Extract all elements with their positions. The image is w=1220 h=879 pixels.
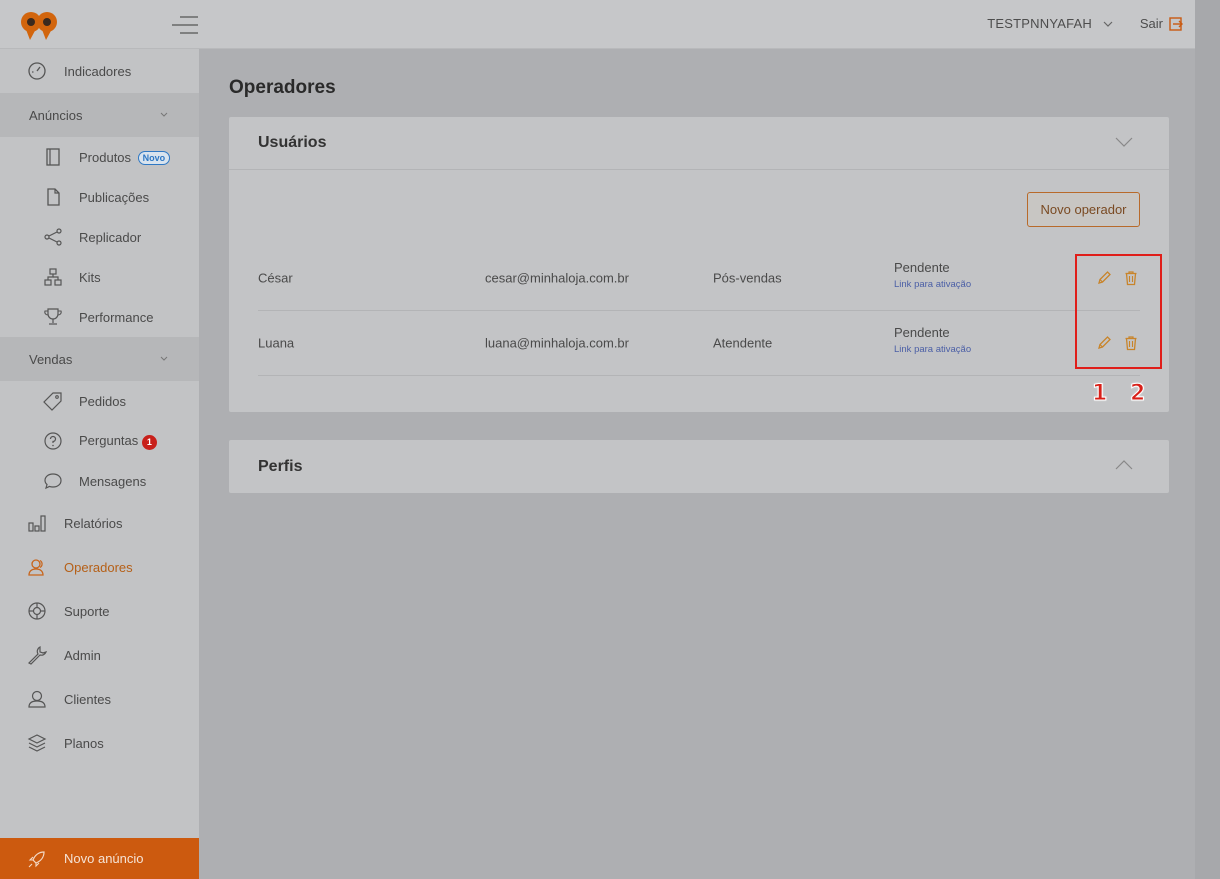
question-icon [44, 432, 62, 450]
profiles-card-title: Perfis [258, 457, 303, 475]
sidebar-item-perguntas[interactable]: Perguntas 1 [0, 421, 199, 461]
notification-badge: 1 [141, 434, 157, 450]
status-text: Pendente [894, 325, 950, 340]
operator-name: César [258, 270, 293, 286]
activation-link[interactable]: Link para ativação [894, 279, 971, 290]
sidebar-item-suporte[interactable]: Suporte [0, 589, 199, 633]
sidebar-label-operadores: Operadores [64, 559, 133, 575]
sidebar-label-kits: Kits [79, 269, 101, 285]
trophy-icon [44, 308, 62, 325]
user-name: TESTPNNYAFAH [987, 16, 1092, 31]
activation-link[interactable]: Link para ativação [894, 344, 971, 355]
top-bar: TESTPNNYAFAH Sair [0, 0, 1195, 49]
sidebar-label-planos: Planos [64, 735, 104, 751]
highlight-box [1075, 254, 1162, 369]
chevron-down-icon [1103, 21, 1113, 27]
page-title: Operadores [229, 77, 336, 98]
logout-icon [1169, 16, 1183, 31]
profiles-card: Perfis [229, 440, 1169, 493]
sidebar-item-produtos[interactable]: Produtos Novo [0, 137, 199, 177]
sidebar-item-relatorios[interactable]: Relatórios [0, 501, 199, 545]
sidebar-label-admin: Admin [64, 647, 101, 663]
users-icon [28, 559, 44, 576]
lifebuoy-icon [28, 602, 46, 620]
operator-name: Luana [258, 335, 295, 351]
layers-icon [27, 734, 47, 752]
notebook-icon [46, 148, 60, 166]
chevron-down-icon[interactable] [1115, 136, 1133, 148]
new-ad-button[interactable]: Novo anúncio [0, 838, 199, 879]
wrench-icon [27, 646, 47, 665]
sidebar-item-clientes[interactable]: Clientes [0, 677, 199, 721]
rocket-icon [28, 851, 45, 868]
new-operator-button[interactable]: Novo operador [1027, 192, 1140, 227]
operator-email: luana@minhaloja.com.br [485, 335, 629, 351]
status-text: Pendente [894, 260, 950, 275]
divider [229, 169, 1169, 170]
document-icon [47, 188, 60, 206]
operator-role: Pós-vendas [713, 270, 782, 286]
logout-label: Sair [1139, 16, 1163, 31]
bar-chart-icon [28, 515, 46, 532]
chevron-down-icon [160, 356, 168, 361]
users-card: Usuários Novo operador César cesar@minha… [229, 117, 1169, 412]
operator-status: Pendente Link para ativação [894, 260, 971, 290]
sidebar-label-mensagens: Mensagens [79, 473, 147, 489]
sidebar-item-operadores[interactable]: Operadores [0, 545, 199, 589]
sidebar-section-vendas[interactable]: Vendas [0, 337, 199, 381]
sidebar-label-suporte: Suporte [64, 603, 110, 619]
sidebar-item-indicadores[interactable]: Indicadores [0, 49, 199, 93]
sidebar-label-indicadores: Indicadores [64, 63, 132, 79]
sidebar-item-planos[interactable]: Planos [0, 721, 199, 765]
chevron-up-icon[interactable] [1115, 459, 1133, 471]
sidebar-label-publicacoes: Publicações [79, 189, 150, 205]
new-ad-label: Novo anúncio [64, 851, 144, 866]
users-card-title: Usuários [258, 134, 327, 151]
share-icon [44, 228, 62, 246]
tag-icon [43, 392, 62, 411]
sidebar-label-vendas: Vendas [29, 351, 73, 367]
sidebar-label-clientes: Clientes [64, 691, 111, 707]
sidebar-label-relatorios: Relatórios [64, 515, 123, 531]
chevron-down-icon [160, 112, 168, 117]
gauge-icon [28, 62, 46, 80]
sitemap-icon [44, 268, 62, 286]
sidebar-label-pedidos: Pedidos [79, 393, 126, 409]
sidebar-item-pedidos[interactable]: Pedidos [0, 381, 199, 421]
logo-icon[interactable] [20, 11, 60, 41]
sidebar-label-perguntas: Perguntas [79, 432, 139, 448]
sidebar-label-produtos: Produtos [79, 149, 132, 165]
sidebar-label-anuncios: Anúncios [29, 107, 83, 123]
annotation-label-1: 1 [1091, 381, 1108, 407]
table-row: Luana luana@minhaloja.com.br Atendente P… [258, 311, 1140, 376]
table-row: César cesar@minhaloja.com.br Pós-vendas … [258, 246, 1140, 311]
sidebar-label-replicador: Replicador [79, 229, 142, 245]
operator-email: cesar@minhaloja.com.br [485, 270, 629, 286]
right-edge-strip [1195, 0, 1220, 879]
sidebar-item-performance[interactable]: Performance [0, 297, 199, 337]
sidebar-item-replicador[interactable]: Replicador [0, 217, 199, 257]
profiles-card-header[interactable]: Perfis [229, 440, 1169, 493]
logout-button[interactable]: Sair [1140, 16, 1183, 31]
sidebar-item-admin[interactable]: Admin [0, 633, 199, 677]
sidebar-item-mensagens[interactable]: Mensagens [0, 461, 199, 501]
sidebar-label-performance: Performance [79, 309, 154, 325]
users-card-header[interactable]: Usuários [229, 117, 1169, 169]
menu-toggle-icon[interactable] [170, 14, 200, 36]
sidebar-item-publicacoes[interactable]: Publicações [0, 177, 199, 217]
operator-status: Pendente Link para ativação [894, 325, 971, 355]
annotation-label-2: 2 [1129, 381, 1146, 407]
chat-bubble-icon [44, 473, 62, 490]
sidebar-item-kits[interactable]: Kits [0, 257, 199, 297]
operator-role: Atendente [713, 335, 773, 351]
user-menu[interactable]: TESTPNNYAFAH [987, 16, 1114, 31]
sidebar-section-anuncios[interactable]: Anúncios [0, 93, 199, 137]
sidebar: Indicadores Anúncios Produtos Novo Publi… [0, 49, 199, 879]
user-icon [28, 690, 46, 708]
new-badge: Novo [137, 150, 171, 165]
